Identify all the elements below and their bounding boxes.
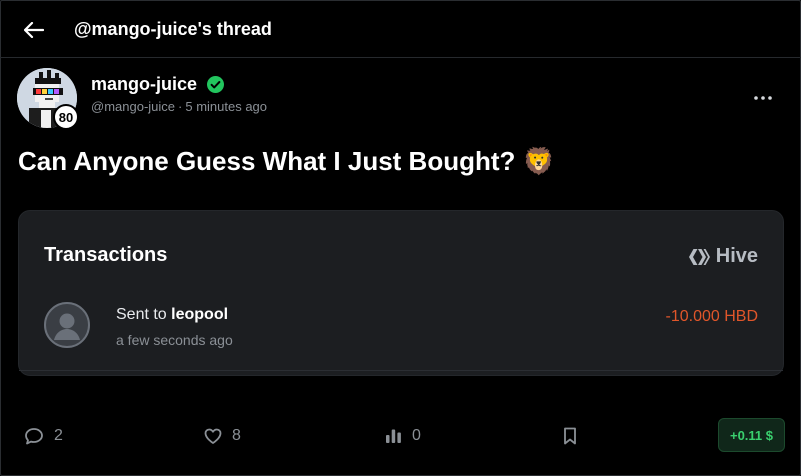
more-dots-icon bbox=[754, 96, 772, 100]
like-count: 8 bbox=[232, 427, 241, 444]
payout-button[interactable]: +0.11 $ bbox=[718, 418, 785, 452]
hive-logo-icon bbox=[688, 248, 710, 265]
back-button[interactable] bbox=[18, 14, 50, 46]
card-divider bbox=[19, 370, 783, 371]
network-label: Hive bbox=[688, 245, 758, 268]
comment-button[interactable]: 2 bbox=[24, 424, 63, 448]
comment-count: 2 bbox=[54, 427, 63, 444]
author-meta: @mango-juice · 5 minutes ago bbox=[91, 99, 267, 114]
card-title: Transactions bbox=[44, 244, 168, 266]
bookmark-button[interactable] bbox=[563, 424, 577, 448]
post-timestamp: 5 minutes ago bbox=[185, 99, 268, 114]
more-options-button[interactable] bbox=[748, 86, 778, 110]
author-handle[interactable]: @mango-juice bbox=[91, 99, 175, 114]
recipient-avatar[interactable] bbox=[44, 302, 90, 348]
verified-badge-icon bbox=[207, 76, 224, 93]
author-name[interactable]: mango-juice bbox=[91, 74, 197, 95]
arrow-left-icon bbox=[24, 22, 44, 38]
bar-chart-icon bbox=[386, 429, 401, 443]
views-button[interactable]: 0 bbox=[385, 424, 421, 448]
transaction-time: a few seconds ago bbox=[116, 332, 233, 348]
thread-header: @mango-juice's thread bbox=[0, 0, 801, 58]
page-title: @mango-juice's thread bbox=[74, 19, 272, 39]
user-placeholder-icon bbox=[54, 313, 80, 340]
network-name: Hive bbox=[715, 245, 758, 267]
transaction-amount: -10.000 HBD bbox=[665, 308, 759, 325]
bookmark-icon bbox=[564, 427, 576, 445]
views-count: 0 bbox=[412, 427, 421, 444]
transaction-description: Sent to leopool bbox=[116, 306, 228, 324]
meta-separator: · bbox=[178, 99, 183, 114]
transaction-recipient[interactable]: leopool bbox=[171, 306, 228, 323]
transaction-prefix: Sent to bbox=[116, 306, 172, 323]
like-button[interactable]: 8 bbox=[204, 424, 241, 448]
post-title: Can Anyone Guess What I Just Bought? 🦁 bbox=[18, 146, 555, 176]
heart-icon bbox=[204, 428, 222, 444]
comment-icon bbox=[25, 428, 43, 445]
transactions-card: Transactions Hive Sent to leopool a few … bbox=[18, 210, 784, 376]
reputation-badge: 80 bbox=[53, 104, 79, 130]
